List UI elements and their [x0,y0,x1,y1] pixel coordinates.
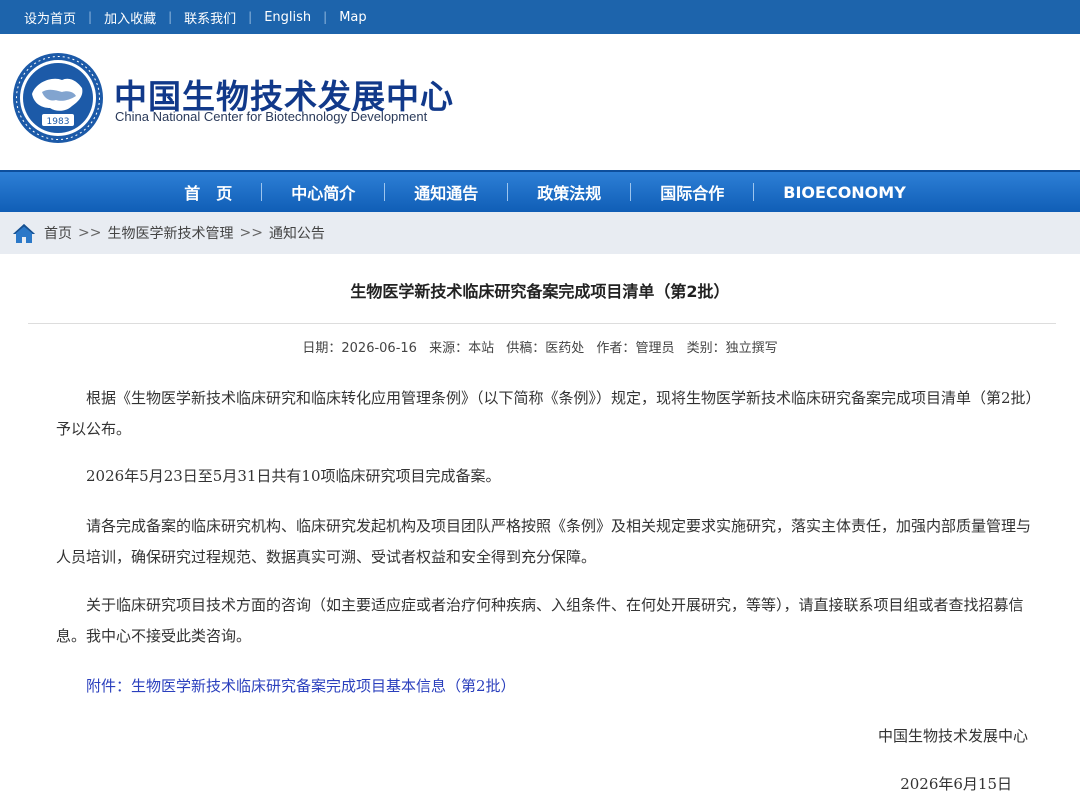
logo-year: 1983 [47,117,70,127]
attachment-label: 附件： [86,677,132,695]
nav-policies[interactable]: 政策法规 [537,180,601,204]
map-link[interactable]: Map [339,10,366,25]
breadcrumb-notices[interactable]: 通知公告 [269,223,325,243]
meta-source: 来源：本站 [429,341,494,356]
meta-supplier-label: 供稿： [506,341,546,356]
nav-notices[interactable]: 通知通告 [414,180,478,204]
breadcrumb-home[interactable]: 首页 [44,223,72,243]
meta-source-value: 本站 [468,341,495,356]
meta-date-label: 日期： [302,341,342,356]
nav-separator [507,183,509,201]
sign-date: 2026年6月15日 [900,775,1012,793]
article-paragraph: 根据《生物医学新技术临床研究和临床转化应用管理条例》（以下简称《条例》）规定，现… [56,389,1034,438]
nav-international[interactable]: 国际合作 [660,180,724,204]
contact-us-link[interactable]: 联系我们 [184,8,236,27]
topbar-separator: | [248,10,253,24]
center-logo-icon[interactable]: 1983 [12,52,104,144]
home-icon[interactable] [12,222,36,244]
set-homepage-link[interactable]: 设为首页 [24,8,76,27]
meta-type: 类别：独立撰写 [687,341,778,356]
nav-home[interactable]: 首 页 [184,180,232,204]
nav-separator [630,183,632,201]
meta-date-value: 2026-06-16 [341,341,417,356]
meta-supplier-value: 医药处 [545,341,585,356]
top-utility-bar: 设为首页 | 加入收藏 | 联系我们 | English | Map [0,0,1080,34]
article-meta: 日期：2026-06-16 来源：本站 供稿：医药处 作者：管理员 类别：独立撰… [0,337,1080,356]
nav-separator [261,183,263,201]
topbar-separator: | [323,10,328,24]
signature: 中国生物技术发展中心 [877,727,1028,745]
breadcrumb: 首页 >> 生物医学新技术管理 >> 通知公告 [0,212,1080,254]
breadcrumb-biomedical[interactable]: 生物医学新技术管理 [107,223,233,243]
meta-source-label: 来源： [429,341,469,356]
site-header: 1983 中国生物技术发展中心 China National Center fo… [0,34,1080,170]
attachment: 附件：生物医学新技术临床研究备案完成项目基本信息（第2批） [86,672,516,700]
article-title: 生物医学新技术临床研究备案完成项目清单（第2批） [350,282,730,301]
meta-type-label: 类别： [686,341,726,356]
topbar-separator: | [168,10,173,24]
nav-about[interactable]: 中心简介 [291,180,355,204]
meta-author-value: 管理员 [635,341,675,356]
nav-separator [753,183,755,201]
article-paragraph: 关于临床研究项目技术方面的咨询（如主要适应症或者治疗何种疾病、入组条件、在何处开… [56,596,1024,645]
meta-type-value: 独立撰写 [725,341,778,356]
attachment-link[interactable]: 生物医学新技术临床研究备案完成项目基本信息（第2批） [131,677,516,695]
meta-supplier: 供稿：医药处 [506,341,584,356]
title-divider [28,323,1056,324]
meta-date: 日期：2026-06-16 [302,341,417,356]
meta-author-label: 作者： [596,341,636,356]
breadcrumb-separator: >> [239,225,263,241]
main-nav: 首 页 中心简介 通知通告 政策法规 国际合作 BIOECONOMY [0,170,1080,212]
add-favorite-link[interactable]: 加入收藏 [104,8,156,27]
english-link[interactable]: English [264,10,311,25]
breadcrumb-separator: >> [78,225,102,241]
nav-separator [384,183,386,201]
article-paragraph: 请各完成备案的临床研究机构、临床研究发起机构及项目团队严格按照《条例》及相关规定… [56,517,1032,566]
article-paragraph: 2026年5月23日至5月31日共有10项临床研究项目完成备案。 [86,467,501,485]
site-name-en: China National Center for Biotechnology … [115,109,428,124]
topbar-separator: | [88,10,93,24]
meta-author: 作者：管理员 [596,341,674,356]
nav-bioeconomy[interactable]: BIOECONOMY [783,183,906,202]
